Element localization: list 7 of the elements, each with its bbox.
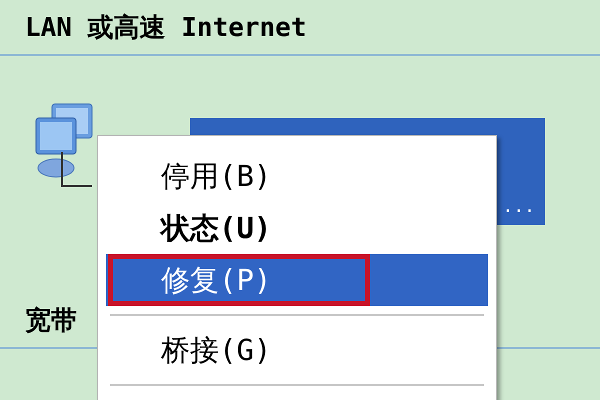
group-heading: LAN 或高速 Internet [25, 13, 306, 43]
group-heading: 宽带 [25, 306, 77, 336]
menu-item[interactable]: 状态(U) [106, 202, 488, 254]
connection-name: ... [502, 196, 536, 219]
menu-item[interactable]: 修复(P) [106, 254, 488, 306]
menu-item[interactable]: 停用(B) [106, 150, 488, 202]
menu-item[interactable]: 桥接(G) [106, 324, 488, 376]
